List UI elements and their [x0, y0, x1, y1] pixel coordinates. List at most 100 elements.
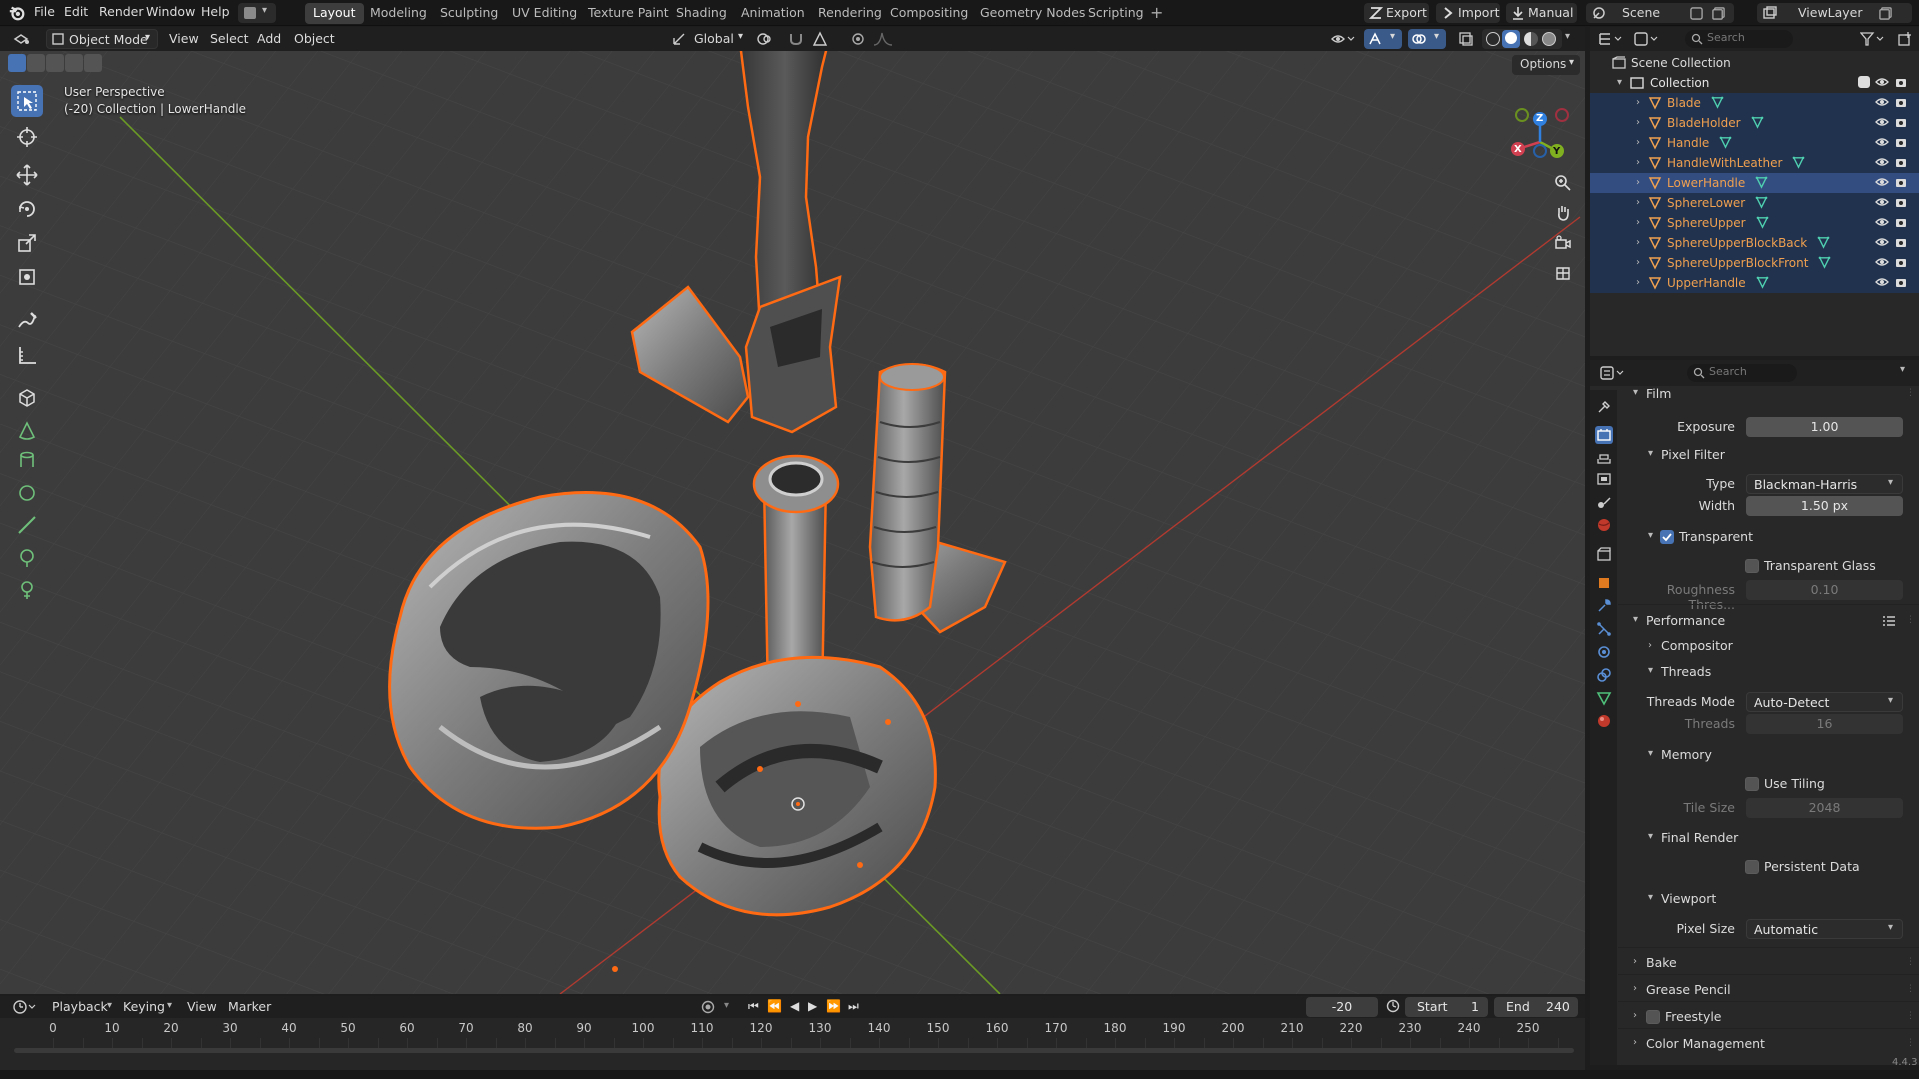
add-grid-tool-icon[interactable] [11, 573, 43, 605]
eye-icon[interactable] [1875, 195, 1889, 212]
render-tab-icon[interactable] [1595, 426, 1613, 444]
rotate-tool-icon[interactable] [11, 193, 43, 225]
menu-view[interactable]: View [169, 31, 199, 46]
eye-icon[interactable] [1875, 235, 1889, 252]
select-box-tool-icon[interactable] [11, 85, 43, 117]
camera-render-icon[interactable] [1894, 95, 1908, 112]
menu-select[interactable]: Select [210, 31, 249, 46]
mode-dropdown[interactable]: Object Mode ▾ [46, 29, 158, 49]
chevron-down-icon[interactable]: ▾ [1648, 530, 1653, 541]
scene-selector[interactable]: Scene [1586, 3, 1734, 23]
chevron-right-icon[interactable]: › [1636, 277, 1640, 288]
current-frame-field[interactable]: -20 [1306, 997, 1378, 1017]
camera-render-icon[interactable] [1894, 155, 1908, 172]
preview-range-icon[interactable] [1386, 999, 1400, 1016]
mesh-data-icon[interactable] [1755, 196, 1768, 209]
scale-tool-icon[interactable] [11, 227, 43, 259]
collection-tab-icon[interactable] [1595, 545, 1613, 563]
chevron-right-icon[interactable]: › [1633, 1010, 1637, 1021]
persistent-data-checkbox[interactable] [1745, 860, 1759, 874]
mesh-data-icon[interactable] [1756, 276, 1769, 289]
color-management-panel-title[interactable]: Color Management [1646, 1036, 1765, 1051]
chevron-down-icon[interactable]: ▾ [1648, 748, 1653, 759]
options-dropdown[interactable]: Options ▾ [1512, 55, 1580, 75]
camera-render-icon[interactable] [1894, 215, 1908, 232]
chevron-right-icon[interactable]: › [1636, 197, 1640, 208]
tab-geometry-nodes[interactable]: Geometry Nodes [972, 3, 1093, 24]
record-keyframe-icon[interactable] [701, 1000, 715, 1017]
end-frame-field[interactable]: End 240 [1494, 997, 1578, 1017]
chevron-right-icon[interactable]: › [1636, 137, 1640, 148]
final-render-header[interactable]: Final Render [1661, 830, 1738, 845]
tab-texture-paint[interactable]: Texture Paint [580, 3, 677, 24]
mesh-data-icon[interactable] [1719, 136, 1732, 149]
menu-playback[interactable]: Playback [52, 999, 108, 1014]
mesh-data-icon[interactable] [1792, 156, 1805, 169]
list-presets-icon[interactable] [1882, 614, 1896, 631]
collection-row[interactable]: ▾ Collection [1590, 73, 1919, 93]
import-button[interactable]: Import [1436, 3, 1500, 23]
add-ico-sphere-tool-icon[interactable] [11, 509, 43, 541]
outliner-editor-icon[interactable] [1598, 31, 1624, 50]
material-tab-icon[interactable] [1595, 712, 1613, 730]
mesh-data-icon[interactable] [1711, 96, 1724, 109]
outliner-object-row[interactable]: › UpperHandle [1590, 273, 1919, 293]
falloff-icon[interactable] [872, 31, 894, 50]
tool-tab-icon[interactable] [1595, 398, 1613, 416]
tab-animation[interactable]: Animation [733, 3, 813, 24]
tile-size-field[interactable]: 2048 [1746, 798, 1903, 818]
view-layer-tab-icon[interactable] [1595, 470, 1613, 488]
chevron-down-icon[interactable]: ▾ [1648, 665, 1653, 676]
chevron-down-icon[interactable]: ▾ [1565, 31, 1570, 42]
menu-render[interactable]: Render [99, 4, 144, 19]
new-collection-icon[interactable] [1897, 31, 1913, 50]
modifier-tab-icon[interactable] [1595, 597, 1613, 615]
chevron-down-icon[interactable]: ▾ [1633, 387, 1638, 398]
tab-scripting[interactable]: Scripting [1080, 3, 1152, 24]
solid-shading-icon[interactable] [1502, 30, 1520, 48]
filter-width-field[interactable]: 1.50 px [1746, 496, 1903, 516]
chevron-down-icon[interactable]: ▾ [1648, 831, 1653, 842]
chevron-down-icon[interactable]: ▾ [1617, 77, 1622, 88]
mesh-data-icon[interactable] [1818, 256, 1831, 269]
chevron-right-icon[interactable]: › [1636, 217, 1640, 228]
camera-render-icon[interactable] [1894, 175, 1908, 192]
editor-layout-dropdown[interactable]: ▾ [238, 3, 276, 23]
filter-icon[interactable] [1859, 31, 1886, 50]
drag-handle-icon[interactable]: ⋮⋮ [1906, 1038, 1919, 1048]
add-cylinder-tool-icon[interactable] [11, 445, 43, 477]
proportional-edit-icon[interactable] [850, 31, 866, 50]
eye-icon[interactable] [1875, 275, 1889, 292]
chevron-down-icon[interactable]: ▾ [1648, 892, 1653, 903]
move-tool-icon[interactable] [11, 159, 43, 191]
outliner-search-input[interactable]: Search [1685, 30, 1793, 48]
export-button[interactable]: Export [1364, 3, 1429, 23]
menu-marker[interactable]: Marker [228, 999, 271, 1014]
tab-layout[interactable]: Layout [305, 3, 364, 24]
select-subtract-icon[interactable] [46, 54, 64, 72]
chevron-right-icon[interactable]: › [1633, 1037, 1637, 1048]
snap-icon[interactable] [788, 31, 804, 50]
filter-type-select[interactable]: Blackman-Harris ▾ [1746, 474, 1903, 494]
tab-compositing[interactable]: Compositing [882, 3, 976, 24]
menu-object[interactable]: Object [294, 31, 335, 46]
select-new-icon[interactable] [8, 54, 26, 72]
editor-type-icon[interactable] [12, 30, 40, 48]
outliner-object-row[interactable]: › SphereUpperBlockFront [1590, 253, 1919, 273]
show-gizmo-toggle[interactable]: ▾ [1364, 29, 1402, 49]
visibility-selectability-icon[interactable] [1330, 31, 1356, 50]
tab-modeling[interactable]: Modeling [362, 3, 435, 24]
chevron-right-icon[interactable]: › [1633, 956, 1637, 967]
eye-icon[interactable] [1875, 95, 1889, 112]
compositor-header[interactable]: Compositor [1661, 638, 1733, 653]
eye-icon[interactable] [1875, 115, 1889, 132]
timeline-editor-icon[interactable] [12, 999, 38, 1018]
eye-icon[interactable] [1875, 215, 1889, 232]
film-panel-title[interactable]: Film [1646, 386, 1671, 401]
material-shading-icon[interactable] [1524, 32, 1538, 46]
outliner-object-row[interactable]: › HandleWithLeather [1590, 153, 1919, 173]
pixel-size-select[interactable]: Automatic ▾ [1746, 919, 1903, 939]
eye-icon[interactable] [1875, 155, 1889, 172]
menu-add[interactable]: Add [257, 31, 281, 46]
add-torus-tool-icon[interactable] [11, 541, 43, 573]
